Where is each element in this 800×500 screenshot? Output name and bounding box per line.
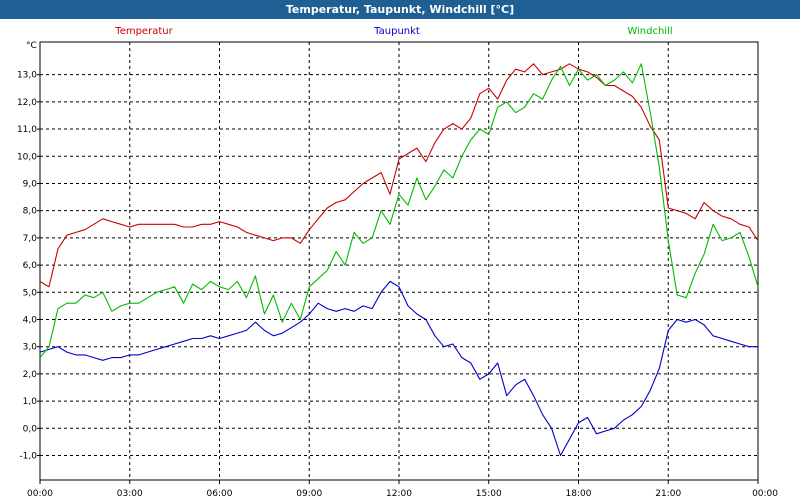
- y-tick-label: 0,0: [23, 424, 38, 434]
- y-tick-label: 2,0: [23, 370, 38, 380]
- x-tick-time-label: 21:00: [655, 489, 681, 499]
- x-tick-time-label: 03:00: [117, 489, 143, 499]
- x-tick-time-label: 00:00: [752, 489, 778, 499]
- x-tick-time-label: 12:00: [386, 489, 412, 499]
- x-axis-ticks: 00:0013.04.2303:0013.04.2306:0013.04.230…: [27, 480, 778, 499]
- x-tick-time-label: 15:00: [476, 489, 502, 499]
- y-tick-label: 1,0: [23, 397, 38, 407]
- x-tick-time-label: 06:00: [207, 489, 233, 499]
- y-tick-label: 3,0: [23, 343, 38, 353]
- y-tick-label: 8,0: [23, 207, 38, 217]
- y-tick-label: -1,0: [19, 452, 37, 462]
- chart-window: Temperatur, Taupunkt, Windchill [°C] -1,…: [0, 0, 800, 500]
- y-tick-label: 7,0: [23, 234, 38, 244]
- y-tick-label: 13,0: [17, 71, 37, 81]
- y-axis-ticks: -1,0 0,0 1,0 2,0 3,0 4,0 5,0 6,0 7,0 8,0 9,0 10,0 11…: [17, 71, 40, 462]
- y-tick-label: 9,0: [23, 179, 38, 189]
- y-tick-label: 5,0: [23, 288, 38, 298]
- y-axis-unit: °C: [26, 41, 37, 51]
- legend-windchill: Windchill: [627, 26, 672, 37]
- y-tick-label: 6,0: [23, 261, 38, 271]
- x-tick-time-label: 18:00: [566, 489, 592, 499]
- chart-canvas: -1,0 0,0 1,0 2,0 3,0 4,0 5,0 6,0 7,0 8,0 9,0 10,0 11…: [17, 26, 778, 499]
- window-title: Temperatur, Taupunkt, Windchill [°C]: [0, 0, 800, 19]
- legend-taupunkt: Taupunkt: [373, 26, 420, 37]
- y-tick-label: 10,0: [17, 152, 37, 162]
- legend-temperatur: Temperatur: [114, 26, 173, 37]
- y-tick-label: 4,0: [23, 315, 38, 325]
- x-tick-time-label: 09:00: [296, 489, 322, 499]
- y-tick-label: 12,0: [17, 98, 37, 108]
- x-tick-time-label: 00:00: [27, 489, 53, 499]
- y-tick-label: 11,0: [17, 125, 37, 135]
